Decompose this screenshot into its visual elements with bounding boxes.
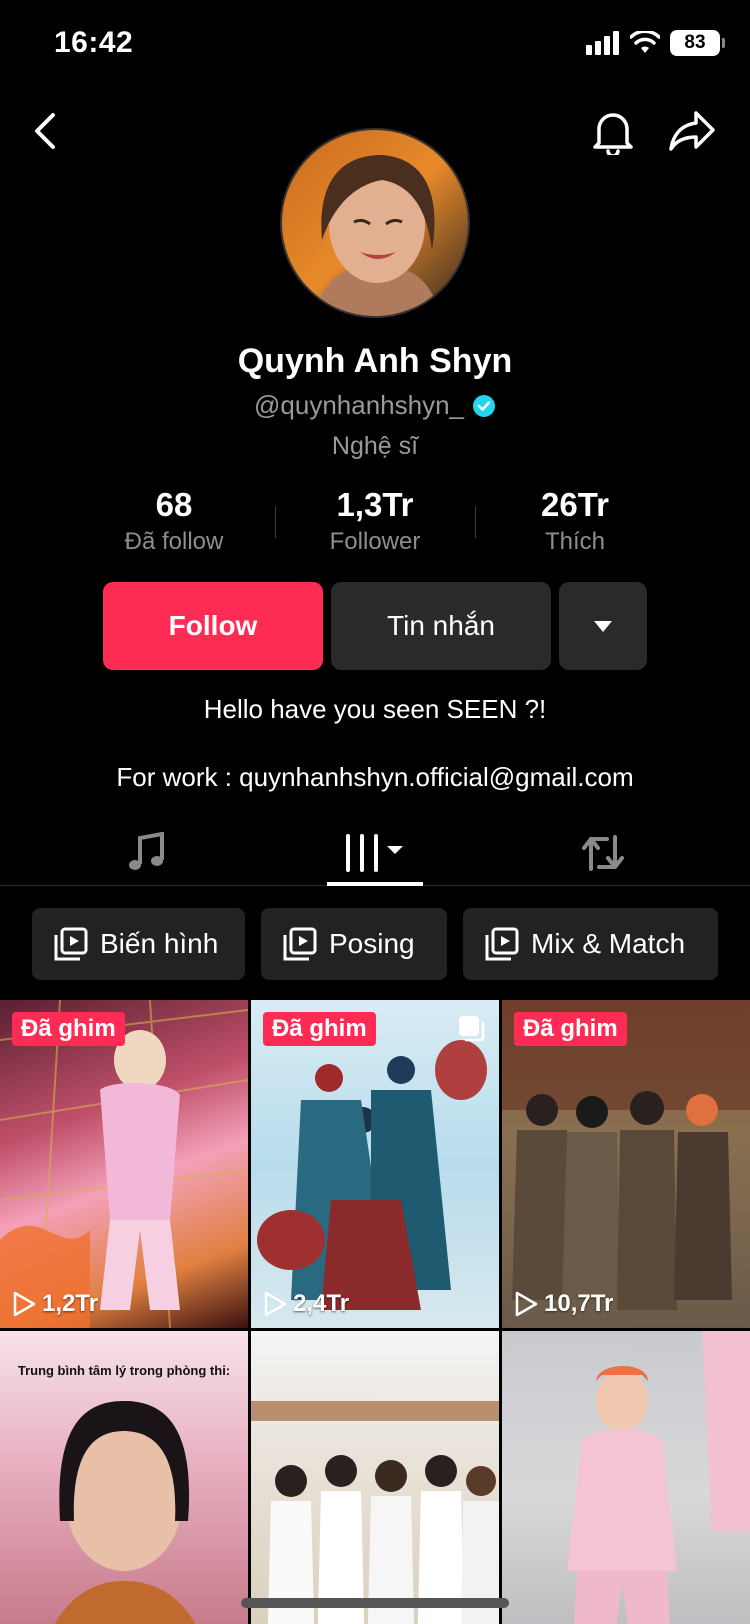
- tab-videos[interactable]: [327, 820, 423, 886]
- video-thumbnail: [251, 1401, 499, 1624]
- chip-label: Biến hình: [100, 928, 219, 959]
- stat-label: Thích: [544, 528, 606, 555]
- play-icon: [13, 1291, 36, 1317]
- view-count: 10,7Tr: [514, 1290, 613, 1318]
- bell-icon: [593, 113, 633, 155]
- playlist-chip[interactable]: Posing: [261, 908, 447, 980]
- pinned-badge: Đã ghim: [263, 1012, 376, 1046]
- profile-stats: 68 Đã follow 1,3Tr Follower 26Tr Thích: [0, 486, 750, 556]
- chevron-left-icon: [35, 113, 55, 149]
- chip-label: Posing: [329, 928, 415, 959]
- video-tile[interactable]: Đã ghim 10,7Tr: [502, 1000, 750, 1328]
- stat-following[interactable]: 68 Đã follow: [74, 486, 274, 556]
- caret-down-icon: [594, 621, 612, 632]
- verified-badge-icon: [473, 394, 495, 417]
- stat-likes[interactable]: 26Tr Thích: [475, 486, 675, 556]
- stat-label: Follower: [329, 528, 421, 555]
- videos-grid-icon: [346, 834, 403, 872]
- share-button[interactable]: [664, 103, 720, 159]
- battery-icon: 83: [670, 30, 725, 56]
- playlist-icon: [54, 927, 88, 961]
- play-icon: [515, 1291, 538, 1317]
- stat-number: 1,3Tr: [336, 486, 414, 523]
- notification-button[interactable]: [585, 103, 641, 159]
- profile-handle: @quynhanhshyn_: [254, 390, 464, 420]
- share-arrow-icon: [669, 111, 715, 151]
- playlist-icon: [283, 927, 317, 961]
- wifi-icon: [630, 31, 660, 53]
- carousel-icon: [459, 1016, 485, 1042]
- avatar[interactable]: [280, 128, 470, 318]
- status-bar: 16:42 83: [0, 0, 750, 90]
- video-caption: Trung bình tâm lý trong phòng thi:: [17, 1363, 231, 1378]
- profile-name: Quynh Anh Shyn: [237, 342, 513, 380]
- play-icon: [264, 1291, 287, 1317]
- chip-label: Mix & Match: [531, 928, 686, 959]
- video-thumbnail: [257, 1040, 487, 1310]
- handle-row: @quynhanhshyn_: [0, 390, 750, 421]
- repost-icon: [582, 835, 624, 871]
- video-tile[interactable]: [502, 1331, 750, 1624]
- status-time: 16:42: [54, 26, 134, 59]
- playlist-icon: [485, 927, 519, 961]
- more-options-button[interactable]: [559, 582, 647, 670]
- video-thumbnail: [0, 1000, 248, 1328]
- view-count: 2,4Tr: [263, 1290, 349, 1318]
- playlist-chip[interactable]: Biến hình: [32, 908, 245, 980]
- profile-role: Nghệ sĩ: [331, 432, 419, 460]
- profile-tabs: [0, 820, 750, 886]
- video-tile[interactable]: [251, 1331, 499, 1624]
- follow-button[interactable]: Follow: [103, 582, 323, 670]
- stat-number: 26Tr: [541, 486, 609, 523]
- tab-reposts[interactable]: [563, 820, 643, 886]
- back-button[interactable]: [18, 103, 74, 159]
- video-tile[interactable]: Đã ghim 2,4Tr: [251, 1000, 499, 1328]
- bio-line: Hello have you seen SEEN ?!: [203, 694, 547, 724]
- view-count-value: 2,4Tr: [293, 1290, 350, 1317]
- bio-email-line[interactable]: For work : quynhanhshyn.official@gmail.c…: [0, 762, 750, 793]
- home-indicator[interactable]: [241, 1598, 509, 1608]
- video-tile[interactable]: Đã ghim 1,2Tr: [0, 1000, 248, 1328]
- stat-followers[interactable]: 1,3Tr Follower: [275, 486, 475, 556]
- pinned-badge: Đã ghim: [12, 1012, 125, 1046]
- active-tab-indicator: [327, 882, 423, 886]
- battery-level: 83: [684, 32, 706, 53]
- video-tile[interactable]: Trung bình tâm lý trong phòng thi:: [0, 1331, 248, 1624]
- tab-music[interactable]: [106, 820, 186, 886]
- video-thumbnail: [502, 1000, 750, 1310]
- avatar-image: [282, 130, 468, 316]
- music-note-icon: [129, 832, 164, 870]
- stat-label: Đã follow: [124, 528, 224, 555]
- view-count-value: 1,2Tr: [42, 1290, 99, 1317]
- playlist-chip[interactable]: Mix & Match: [463, 908, 718, 980]
- video-thumbnail: [567, 1331, 750, 1624]
- stat-number: 68: [155, 486, 193, 523]
- message-button[interactable]: Tin nhắn: [331, 582, 551, 670]
- view-count: 1,2Tr: [12, 1290, 98, 1318]
- pinned-badge: Đã ghim: [514, 1012, 627, 1046]
- view-count-value: 10,7Tr: [544, 1290, 614, 1317]
- signal-icon: [586, 31, 619, 55]
- status-icons: 83: [586, 30, 725, 56]
